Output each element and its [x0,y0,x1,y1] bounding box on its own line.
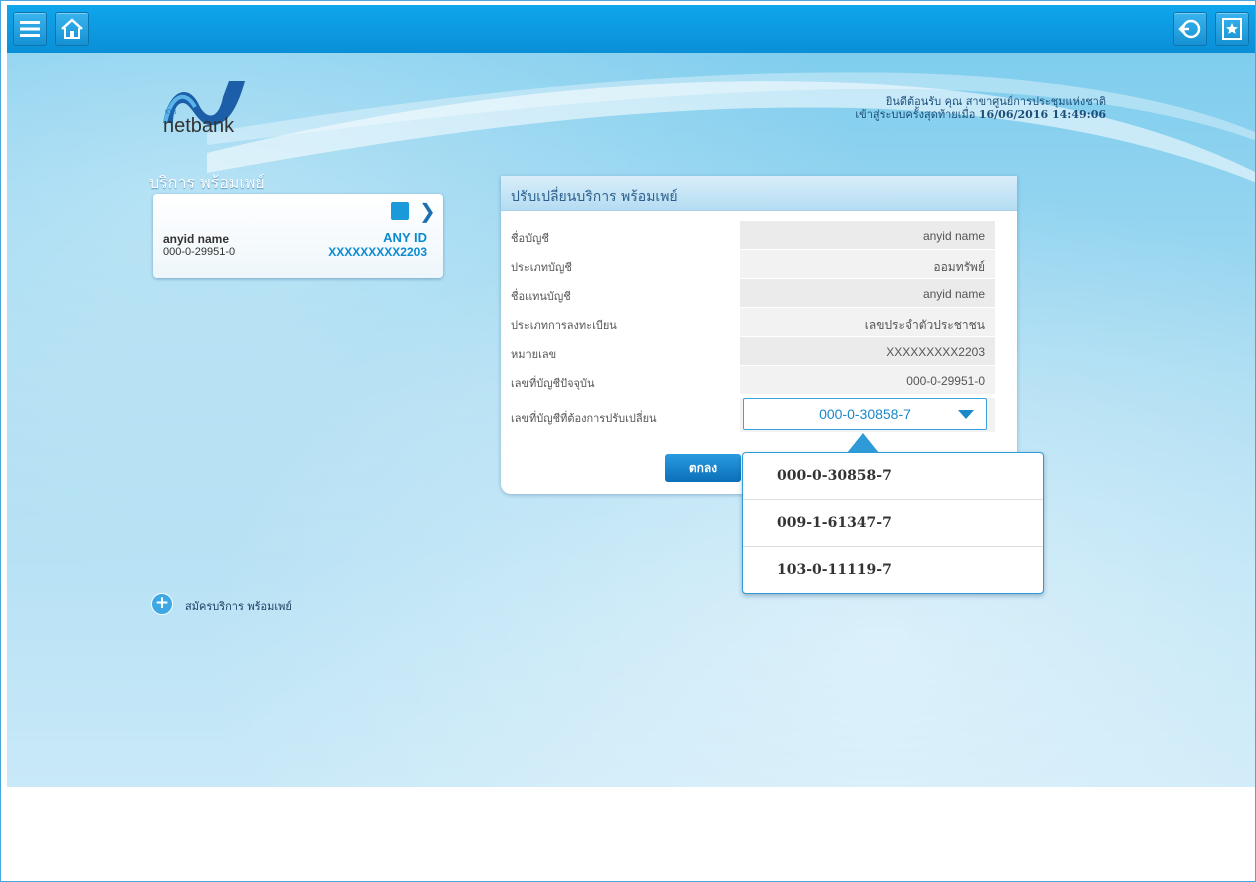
row-current-account: เลขที่บัญชีปัจจุบัน 000-0-29951-0 [501,366,1017,394]
row-value-box: ออมทรัพย์ [740,250,995,278]
logout-button[interactable] [1173,12,1207,46]
welcome-line: ยินดีต้อนรับ คุณ สาขาศูนย์การประชุมแห่งช… [885,95,1106,108]
row-value-box: 000-0-29951-0 [740,366,995,394]
row-label: ชื่อบัญชี [511,232,549,245]
row-value: ออมทรัพย์ [933,260,985,274]
dropdown-option-label[interactable]: 000-0-30858-7 [777,468,892,484]
dropdown-option[interactable]: 009-1-61347-7 [743,500,1043,547]
row-label: เลขที่บัญชีที่ต้องการปรับเปลี่ยน [511,412,657,425]
row-alias-name: ชื่อแทนบัญชี anyid name [501,279,1017,307]
row-account-name: ชื่อบัญชี anyid name [501,221,1017,249]
dropdown-option[interactable]: 000-0-30858-7 [743,453,1043,500]
new-account-select-value: 000-0-30858-7 [819,406,911,422]
dropdown-pointer [847,433,879,453]
account-card[interactable]: ❯ anyid name 000-0-29951-0 ANY ID XXXXXX… [153,194,443,278]
home-button[interactable] [55,12,89,46]
change-service-panel: ปรับเปลี่ยนบริการ พร้อมเพย์ ชื่อบัญชี an… [501,176,1017,494]
last-login-line: เข้าสู่ระบบครั้งสุดท้ายเมื่อ 16/06/2016 … [855,108,1106,121]
dropdown-option-label[interactable]: 009-1-61347-7 [777,515,892,531]
plus-icon[interactable]: + [151,593,173,615]
row-label: ชื่อแทนบัญชี [511,290,571,303]
logout-icon [1178,19,1201,39]
chevron-down-icon[interactable] [958,410,974,419]
panel-header: ปรับเปลี่ยนบริการ พร้อมเพย์ [501,176,1017,211]
row-label: ประเภทบัญชี [511,261,572,274]
account-card-type: ANY ID [383,230,427,245]
row-value-box: anyid name [740,221,995,249]
account-dropdown-list: 000-0-30858-7 009-1-61347-7 103-0-11119-… [742,433,1044,594]
ktb-icon [391,202,409,220]
row-value: anyid name [922,287,985,301]
dropdown-option[interactable]: 103-0-11119-7 [743,547,1043,593]
row-registration-type: ประเภทการลงทะเบียน เลขประจำตัวประชาชน [501,308,1017,336]
account-card-name: anyid name [163,232,230,246]
app-window: KTB netbank ยินดีต้อนรับ คุณ สาขาศูนย์กา… [0,0,1256,882]
row-value: 000-0-29951-0 [906,374,985,388]
row-value-box: anyid name [740,279,995,307]
welcome-message: ยินดีต้อนรับ คุณ สาขาศูนย์การประชุมแห่งช… [855,95,1106,121]
favorites-icon [1222,18,1242,40]
row-label: เลขที่บัญชีปัจจุบัน [511,377,595,390]
chevron-right-icon[interactable]: ❯ [419,199,436,223]
row-value: XXXXXXXXX2203 [886,345,985,359]
left-section-title: บริการ พร้อมเพย์ [149,173,265,192]
panel-title: ปรับเปลี่ยนบริการ พร้อมเพย์ [511,189,678,205]
row-value: เลขประจำตัวประชาชน [864,318,985,332]
account-card-number: 000-0-29951-0 [163,246,236,258]
row-label: หมายเลข [511,348,557,361]
favorites-button[interactable] [1215,12,1249,46]
new-account-select[interactable]: 000-0-30858-7 [743,398,987,430]
ok-button[interactable]: ตกลง [665,454,741,482]
home-icon [61,18,83,39]
row-value-box: XXXXXXXXX2203 [740,337,995,365]
menu-button[interactable] [13,12,47,46]
row-value: anyid name [922,229,985,243]
row-account-type: ประเภทบัญชี ออมทรัพย์ [501,250,1017,278]
menu-icon [20,21,40,37]
account-card-id-number: XXXXXXXXX2203 [328,245,427,259]
last-login-time: 16/06/2016 14:49:06 [978,108,1106,121]
logo-text: netbank [163,115,235,137]
last-login-label: เข้าสู่ระบบครั้งสุดท้ายเมื่อ [855,108,976,121]
dropdown-option-label[interactable]: 103-0-11119-7 [777,562,892,578]
add-service-label[interactable]: สมัครบริการ พร้อมเพย์ [185,597,292,615]
header-wave-decoration [207,72,1255,183]
row-label: ประเภทการลงทะเบียน [511,319,617,332]
top-bar [7,5,1255,53]
row-id-number: หมายเลข XXXXXXXXX2203 [501,337,1017,365]
row-value-box: เลขประจำตัวประชาชน [740,308,995,336]
